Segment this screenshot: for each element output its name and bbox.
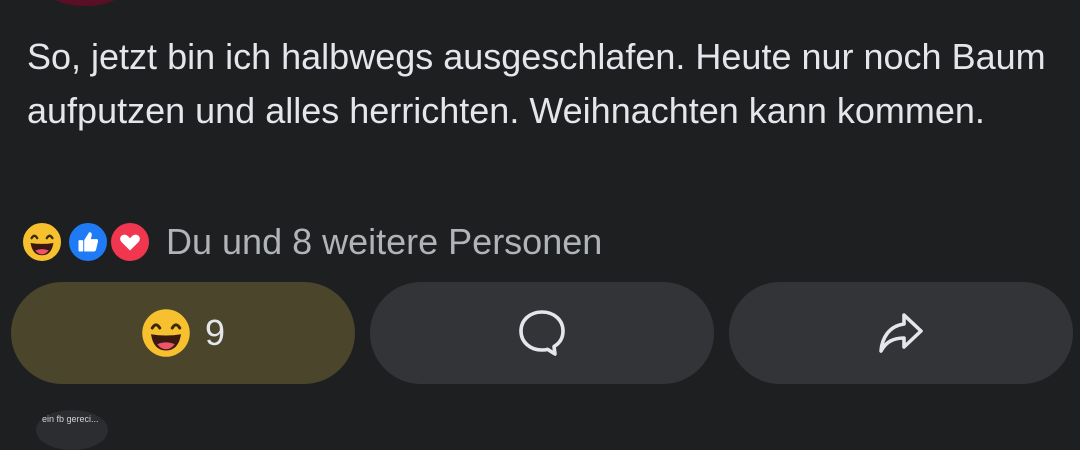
share-arrow-icon bbox=[879, 313, 923, 353]
comment-bubble-icon bbox=[519, 310, 565, 356]
like-icon bbox=[66, 220, 110, 264]
previous-avatar[interactable] bbox=[46, 0, 124, 6]
reactions-summary[interactable]: Du und 8 weitere Personen bbox=[20, 219, 602, 265]
love-icon bbox=[108, 220, 152, 264]
post-text: So, jetzt bin ich halbwegs ausgeschlafen… bbox=[27, 36, 1046, 131]
reactions-summary-text: Du und 8 weitere Personen bbox=[166, 221, 603, 262]
share-button[interactable] bbox=[729, 282, 1073, 384]
reaction-count: 9 bbox=[204, 312, 226, 353]
haha-icon bbox=[20, 220, 64, 264]
reaction-icons bbox=[20, 219, 160, 265]
comment-button[interactable] bbox=[370, 282, 714, 384]
next-post-snippet: ein fb gereci... bbox=[42, 414, 99, 424]
react-button[interactable]: 9 bbox=[11, 282, 355, 384]
haha-icon bbox=[142, 309, 190, 357]
